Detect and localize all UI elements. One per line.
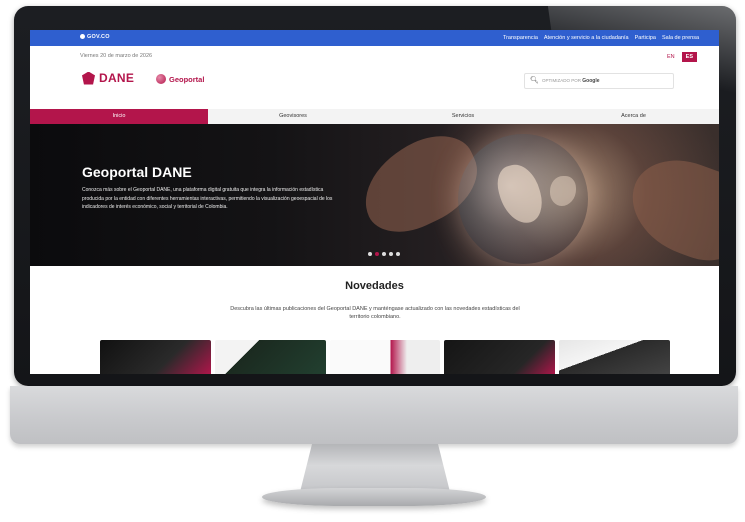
hero-banner: Geoportal DANE Conozca más sobre el Geop… [30, 124, 719, 266]
tab-acerca-de[interactable]: Acerca de [548, 109, 719, 124]
news-card[interactable] [214, 340, 326, 374]
carousel-dot[interactable] [368, 252, 372, 256]
carousel-dot[interactable] [389, 252, 393, 256]
gov-shield-icon [80, 34, 85, 39]
language-switcher: EN ES [664, 52, 697, 62]
news-card[interactable] [559, 340, 670, 374]
dane-logo[interactable]: DANE [82, 71, 134, 85]
monitor-chin [10, 386, 738, 444]
news-card[interactable] [100, 340, 211, 374]
main-navigation: Inicio Geovisores Servicios Acerca de [30, 109, 719, 124]
news-title: Novedades [345, 280, 404, 292]
carousel-dot-active[interactable] [375, 252, 379, 256]
globe-icon [156, 74, 166, 84]
monitor-stand-neck [300, 444, 450, 492]
carousel-dots [368, 252, 400, 256]
topnav-link-transparencia[interactable]: Transparencia [503, 35, 538, 41]
monitor-stand-base [262, 488, 486, 506]
dane-logo-text: DANE [99, 71, 135, 85]
website-screen: GOV.CO Transparencia Atención y servicio… [30, 30, 719, 374]
hero-title: Geoportal DANE [82, 164, 192, 180]
carousel-dot[interactable] [396, 252, 400, 256]
search-icon: 🔍︎ [530, 77, 539, 84]
news-description: Descubra las últimas publicaciones del G… [230, 306, 520, 320]
gov-logo[interactable]: GOV.CO [80, 34, 110, 40]
gov-logo-text: GOV.CO [87, 34, 110, 40]
tab-inicio[interactable]: Inicio [30, 109, 208, 124]
topnav-link-prensa[interactable]: Sala de prensa [662, 35, 699, 41]
topnav-link-atencion[interactable]: Atención y servicio a la ciudadanía [544, 35, 629, 41]
dane-emblem-icon [82, 71, 95, 85]
news-cards [100, 340, 670, 374]
search-input[interactable]: 🔍︎ OPTIMIZADO POR Google [524, 73, 674, 89]
gov-topbar: GOV.CO Transparencia Atención y servicio… [30, 30, 719, 46]
lang-en-button[interactable]: EN [664, 52, 678, 62]
geoportal-logo[interactable]: Geoportal [156, 74, 204, 84]
carousel-dot[interactable] [382, 252, 386, 256]
news-section: Novedades Descubra las últimas publicaci… [30, 266, 719, 374]
tab-geovisores[interactable]: Geovisores [208, 109, 378, 124]
monitor-frame: GOV.CO Transparencia Atención y servicio… [14, 6, 736, 386]
news-card[interactable] [444, 340, 556, 374]
search-placeholder: OPTIMIZADO POR Google [542, 78, 600, 84]
current-date: Viernes 20 de marzo de 2026 [80, 53, 153, 59]
site-header: Viernes 20 de marzo de 2026 DANE Geoport… [30, 46, 719, 108]
geoportal-logo-text: Geoportal [169, 74, 205, 84]
news-card[interactable] [329, 340, 441, 374]
topnav-link-participa[interactable]: Participa [635, 35, 656, 41]
lang-es-button[interactable]: ES [681, 52, 697, 62]
top-navigation: Transparencia Atención y servicio a la c… [503, 35, 699, 41]
hero-description: Conozca más sobre el Geoportal DANE, una… [82, 187, 333, 210]
tab-servicios[interactable]: Servicios [378, 109, 548, 124]
